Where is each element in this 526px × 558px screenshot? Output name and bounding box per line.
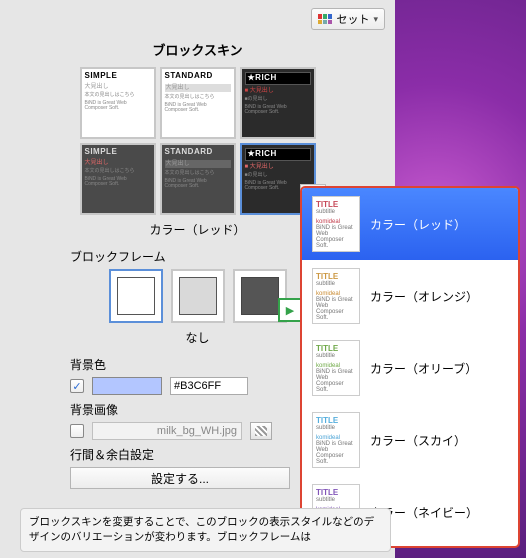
configure-button[interactable]: 設定する... xyxy=(70,467,290,489)
thumb-subtitle: subtitle xyxy=(316,353,356,359)
skin-sub: ■ 大見出し xyxy=(245,88,311,95)
skin-meta: BiND is Great Web Composer Soft. xyxy=(85,177,151,188)
skin-card-simple-dark[interactable]: SIMPLE 大見出し 本文の見出しはこちら BiND is Great Web… xyxy=(80,143,156,215)
skin-grid: SIMPLE 大見出し 本文の見出しはこちら BiND is Great Web… xyxy=(68,67,328,215)
flyout-label: カラー（オレンジ） xyxy=(370,288,478,305)
flyout-item-red[interactable]: TITLE subtitle komideal BiND is Great We… xyxy=(302,188,518,260)
skin-sub: 大見出し xyxy=(85,84,151,91)
flyout-thumb: TITLE subtitle komideal BiND is Great We… xyxy=(312,340,360,396)
skin-meta: BiND is Great Web Composer Soft. xyxy=(245,105,311,116)
flyout-item-orange[interactable]: TITLE subtitle komideal BiND is Great We… xyxy=(302,260,518,332)
skin-card-standard-light[interactable]: STANDARD 大見出し 本文の見出しはこちら BiND is Great W… xyxy=(160,67,236,139)
chevron-down-icon: ▾ xyxy=(373,14,378,25)
skin-card-rich-light[interactable]: ★RICH ■ 大見出し ■の見出し BiND is Great Web Com… xyxy=(240,67,316,139)
thumb-subtitle: subtitle xyxy=(316,497,356,503)
skin-head: ★RICH xyxy=(245,72,311,85)
flyout-item-sky[interactable]: TITLE subtitle komideal BiND is Great We… xyxy=(302,404,518,476)
thumb-title: TITLE xyxy=(316,272,356,281)
skin-head: ★RICH xyxy=(245,148,311,161)
skin-desc: ■の見出し xyxy=(245,97,311,103)
flyout-label: カラー（スカイ） xyxy=(370,432,466,449)
thumb-subtitle: subtitle xyxy=(316,425,356,431)
flyout-item-olive[interactable]: TITLE subtitle komideal BiND is Great We… xyxy=(302,332,518,404)
flyout-thumb: TITLE subtitle komideal BiND is Great We… xyxy=(312,196,360,252)
skin-head: SIMPLE xyxy=(85,72,151,81)
skin-sub: 大見出し xyxy=(85,160,151,167)
set-label: セット xyxy=(336,11,369,27)
thumb-meta: BiND is Great Web Composer Soft. xyxy=(316,369,356,393)
flyout-thumb: TITLE subtitle komideal BiND is Great We… xyxy=(312,412,360,468)
flyout-label: カラー（レッド） xyxy=(370,216,466,233)
skin-desc: 本文の見出しはこちら xyxy=(165,95,231,101)
flyout-thumb: TITLE subtitle komideal BiND is Great We… xyxy=(312,268,360,324)
bgcolor-hex-input[interactable] xyxy=(170,377,248,395)
skin-desc: 本文の見出しはこちら xyxy=(85,93,151,99)
frame-option-1[interactable] xyxy=(109,269,163,323)
skin-card-simple-light[interactable]: SIMPLE 大見出し 本文の見出しはこちら BiND is Great Web… xyxy=(80,67,156,139)
skin-desc: 本文の見出しはこちら xyxy=(85,169,151,175)
arrow-right-icon: ▶ xyxy=(286,304,294,317)
bgimage-checkbox[interactable]: ✓ xyxy=(70,424,84,438)
skin-meta: BiND is Great Web Composer Soft. xyxy=(165,179,231,190)
thumb-meta: BiND is Great Web Composer Soft. xyxy=(316,225,356,249)
bgcolor-swatch[interactable] xyxy=(92,377,162,395)
bgcolor-checkbox[interactable]: ✓ xyxy=(70,379,84,393)
skin-sub: 大見出し xyxy=(165,160,231,169)
bgimage-filename: milk_bg_WH.jpg xyxy=(157,425,237,437)
skin-sub: ■ 大見出し xyxy=(245,164,311,171)
bgimage-file-field[interactable]: milk_bg_WH.jpg xyxy=(92,422,242,440)
skin-head: SIMPLE xyxy=(85,148,151,157)
set-dropdown-button[interactable]: セット ▾ xyxy=(311,8,385,30)
bgimage-tiling-button[interactable] xyxy=(250,422,272,440)
thumb-meta: BiND is Great Web Composer Soft. xyxy=(316,297,356,321)
blockskin-title: ブロックスキン xyxy=(10,40,385,59)
color-flyout-trigger[interactable]: ▶ xyxy=(278,298,302,322)
thumb-subtitle: subtitle xyxy=(316,281,356,287)
skin-desc: ■の見出し xyxy=(245,173,311,179)
frame-option-2[interactable] xyxy=(171,269,225,323)
help-footnote: ブロックスキンを変更することで、このブロックの表示スタイルなどのデザインのバリエ… xyxy=(20,508,391,552)
skin-meta: BiND is Great Web Composer Soft. xyxy=(85,101,151,112)
palette-grid-icon xyxy=(318,14,332,24)
thumb-title: TITLE xyxy=(316,200,356,209)
thumb-subtitle: subtitle xyxy=(316,209,356,215)
skin-card-standard-dark[interactable]: STANDARD 大見出し 本文の見出しはこちら BiND is Great W… xyxy=(160,143,236,215)
thumb-title: TITLE xyxy=(316,416,356,425)
flyout-label: カラー（オリーブ） xyxy=(370,360,477,377)
skin-desc: 本文の見出しはこちら xyxy=(165,171,231,177)
color-flyout: TITLE subtitle komideal BiND is Great We… xyxy=(300,186,520,548)
skin-head: STANDARD xyxy=(165,72,231,81)
thumb-meta: BiND is Great Web Composer Soft. xyxy=(316,441,356,465)
thumb-title: TITLE xyxy=(316,344,356,353)
skin-head: STANDARD xyxy=(165,148,231,157)
skin-sub: 大見出し xyxy=(165,84,231,93)
top-toolbar: セット ▾ xyxy=(10,8,385,36)
thumb-title: TITLE xyxy=(316,488,356,497)
skin-meta: BiND is Great Web Composer Soft. xyxy=(165,103,231,114)
